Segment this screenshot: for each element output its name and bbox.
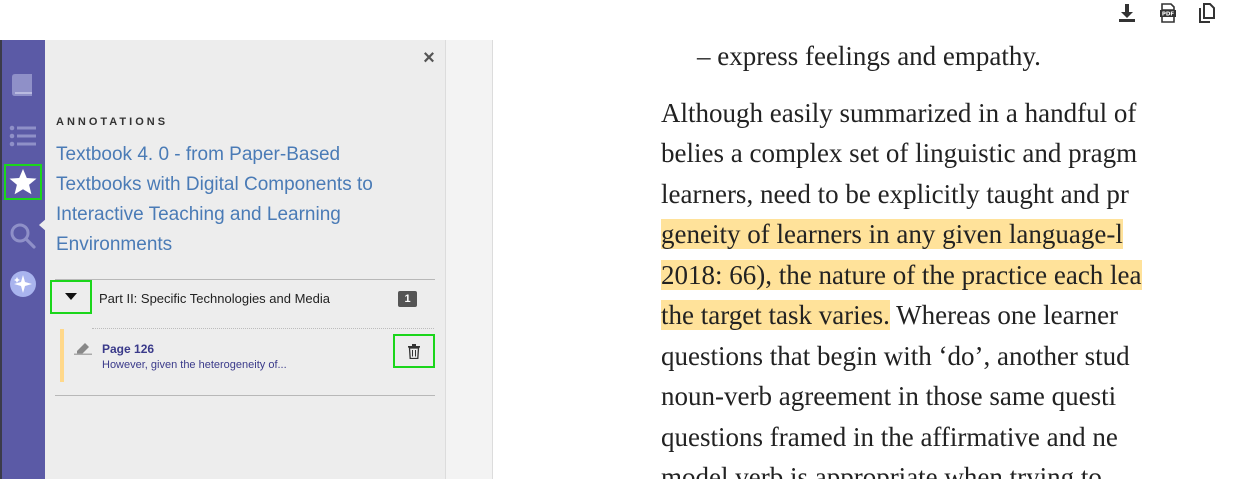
delete-annotation-button[interactable]	[393, 334, 435, 368]
assistant-button[interactable]	[4, 266, 42, 302]
annotation-excerpt: However, given the heterogeneity of...	[102, 359, 287, 371]
pdf-button[interactable]: PDF	[1154, 0, 1182, 26]
trash-icon	[408, 343, 420, 359]
text-line: model verb is appropriate when trying to	[661, 462, 1102, 479]
download-button[interactable]	[1113, 0, 1141, 26]
highlighted-text[interactable]: geneity of learners in any given languag…	[661, 219, 1123, 249]
text-line: belies a complex set of linguistic and p…	[661, 138, 1138, 168]
book-button[interactable]	[4, 67, 42, 103]
text-line: the target task varies. Whereas one lear…	[661, 295, 1237, 336]
book-icon	[12, 74, 32, 96]
text-line: learners, need to be explicitly taught a…	[661, 178, 1129, 209]
page-gutter	[445, 40, 493, 479]
highlighted-text[interactable]: 2018: 66), the nature of the practice ea…	[661, 259, 1142, 290]
text-line: questions framed in the affirmative and …	[661, 421, 1118, 452]
copy-button[interactable]	[1193, 0, 1221, 26]
text-line: noun-verb agreement in those same questi	[661, 381, 1117, 411]
caret-down-icon	[65, 293, 77, 300]
book-title: Textbook 4. 0 - from Paper-Based Textboo…	[56, 144, 373, 255]
chapter-title[interactable]: Part II: Specific Technologies and Media	[99, 291, 330, 306]
copy-icon	[1199, 3, 1215, 23]
top-toolbar: PDF	[0, 0, 1237, 41]
toolbar-actions: PDF	[1077, 0, 1237, 40]
pencil-icon	[74, 343, 92, 355]
text-line: questions that begin with ‘do’, another …	[661, 340, 1130, 371]
text-line: Although easily summarized in a handful …	[661, 97, 1137, 128]
close-panel-button[interactable]: ×	[419, 48, 439, 68]
page-text: – express feelings and empathy. Although…	[661, 40, 1237, 479]
bullet-line: – express feelings and empathy.	[697, 41, 1041, 71]
pdf-icon: PDF	[1160, 3, 1176, 23]
download-icon	[1119, 4, 1135, 22]
plain-text: Whereas one learner	[889, 300, 1119, 330]
annotation-count-badge: 1	[398, 291, 417, 307]
sparkle-icon	[10, 271, 36, 297]
divider	[55, 395, 435, 396]
chapter-toggle-button[interactable]	[50, 280, 92, 314]
annotations-button[interactable]	[4, 164, 42, 200]
divider	[55, 279, 435, 280]
list-icon	[9, 125, 36, 147]
annotations-panel: × ANNOTATIONS Textbook 4. 0 - from Paper…	[45, 40, 445, 479]
contents-button[interactable]	[4, 118, 42, 154]
text-line: 2018: 66), the nature of the practice ea…	[661, 255, 1237, 296]
search-button[interactable]	[4, 218, 42, 254]
reader-page: – express feelings and empathy. Although…	[493, 40, 1237, 479]
highlighted-text[interactable]: the target task varies.	[661, 300, 890, 330]
annotation-item[interactable]: Page 126 However, given the heterogeneit…	[60, 329, 435, 384]
search-icon	[10, 223, 36, 249]
side-rail	[0, 40, 47, 479]
svg-text:PDF: PDF	[1162, 12, 1175, 18]
star-icon	[9, 169, 37, 195]
panel-heading: ANNOTATIONS	[56, 116, 169, 128]
highlight-color-bar	[60, 329, 64, 382]
annotation-page: Page 126	[102, 342, 155, 356]
text-line: geneity of learners in any given languag…	[661, 214, 1237, 255]
